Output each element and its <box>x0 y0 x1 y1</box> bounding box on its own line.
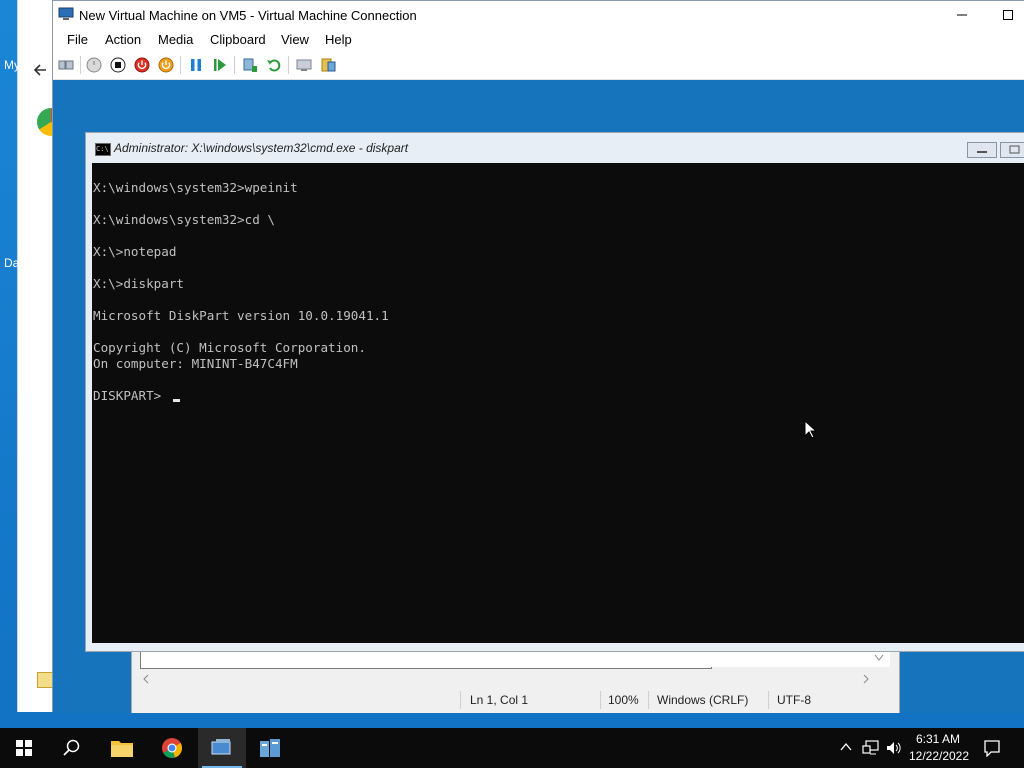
maximize-icon <box>1009 145 1020 154</box>
minimize-button[interactable] <box>951 5 973 25</box>
console-line: Microsoft DiskPart version 10.0.19041.1 <box>93 308 389 323</box>
maximize-icon <box>1003 10 1013 20</box>
horizontal-scrollbar[interactable] <box>140 671 870 687</box>
save-state-icon[interactable] <box>158 57 174 73</box>
console-line: X:\windows\system32>wpeinit <box>93 180 298 195</box>
notepad-text-area-right[interactable] <box>710 651 890 667</box>
checkpoint-icon[interactable] <box>242 57 258 73</box>
notepad-text-area[interactable] <box>140 651 712 669</box>
minimize-icon <box>977 151 987 153</box>
hyperv-manager-icon <box>260 739 280 757</box>
cmd-window: C:\ Administrator: X:\windows\system32\c… <box>85 132 1024 652</box>
cmd-titlebar[interactable]: C:\ Administrator: X:\windows\system32\c… <box>86 133 1024 161</box>
cmd-console[interactable]: X:\windows\system32>wpeinit X:\windows\s… <box>92 163 1024 643</box>
pause-icon[interactable] <box>188 57 204 73</box>
menu-view[interactable]: View <box>281 32 309 47</box>
back-arrow-icon[interactable] <box>32 62 48 78</box>
console-line: X:\>notepad <box>93 244 177 259</box>
chevron-down-icon[interactable] <box>874 654 884 662</box>
revert-icon[interactable] <box>266 57 282 73</box>
minimize-icon <box>957 14 967 16</box>
cmd-window-title: Administrator: X:\windows\system32\cmd.e… <box>114 141 409 155</box>
host-desktop-label-da: Da <box>4 256 20 270</box>
search-icon <box>63 739 80 756</box>
line-ending: Windows (CRLF) <box>657 693 749 707</box>
ctrl-alt-del-icon[interactable] <box>58 57 74 73</box>
cmd-minimize-button[interactable] <box>967 142 997 158</box>
cmd-app-icon: C:\ <box>95 143 111 156</box>
taskbar-hyperv-manager[interactable] <box>246 728 294 768</box>
taskbar-vm-connection[interactable] <box>198 728 246 768</box>
windows-logo-icon <box>16 740 32 756</box>
folder-zip-icon[interactable] <box>37 672 53 688</box>
share-icon[interactable] <box>320 57 336 73</box>
menu-clipboard[interactable]: Clipboard <box>210 32 266 47</box>
menu-file[interactable]: File <box>67 32 88 47</box>
console-line: Copyright (C) Microsoft Corporation. <box>93 340 366 355</box>
mouse-pointer-icon <box>804 420 816 439</box>
scroll-left-icon[interactable] <box>142 674 150 684</box>
text-cursor <box>173 399 180 402</box>
vm-display[interactable]: Ln 1, Col 1 100% Windows (CRLF) UTF-8 C:… <box>53 80 1024 713</box>
vm-window-title: New Virtual Machine on VM5 - Virtual Mac… <box>79 8 417 23</box>
chrome-icon <box>162 738 183 758</box>
menu-action[interactable]: Action <box>105 32 141 47</box>
cursor-position: Ln 1, Col 1 <box>470 693 529 707</box>
vm-connection-icon <box>211 739 231 755</box>
clock-date[interactable]: 12/22/2022 <box>906 749 972 763</box>
menu-bar: File Action Media Clipboard View Help <box>53 29 1024 51</box>
menu-media[interactable]: Media <box>158 32 193 47</box>
clock-time[interactable]: 6:31 AM <box>908 732 968 746</box>
notepad-status-bar: Ln 1, Col 1 100% Windows (CRLF) UTF-8 <box>132 689 899 711</box>
vm-titlebar[interactable]: New Virtual Machine on VM5 - Virtual Mac… <box>53 1 1024 29</box>
console-line: X:\>diskpart <box>93 276 184 291</box>
start-icon[interactable] <box>86 57 102 73</box>
scroll-right-icon[interactable] <box>862 674 870 684</box>
network-icon[interactable] <box>862 740 880 756</box>
menu-help[interactable]: Help <box>325 32 352 47</box>
vm-toolbar <box>53 51 1024 80</box>
console-line: X:\windows\system32>cd \ <box>93 212 275 227</box>
enhanced-session-icon[interactable] <box>296 57 312 73</box>
start-button[interactable] <box>0 728 48 768</box>
resume-icon[interactable] <box>212 57 228 73</box>
vm-connection-app-icon <box>58 7 74 20</box>
vm-connection-window: New Virtual Machine on VM5 - Virtual Mac… <box>52 0 1024 713</box>
encoding: UTF-8 <box>777 693 811 707</box>
host-background-window: My <box>4 0 65 712</box>
host-desktop-label-my: My <box>4 58 20 72</box>
notepad-window: Ln 1, Col 1 100% Windows (CRLF) UTF-8 <box>131 650 900 713</box>
taskbar-chrome[interactable] <box>148 728 196 768</box>
chevron-up-icon[interactable] <box>840 742 852 752</box>
console-line: On computer: MININT-B47C4FM <box>93 356 298 371</box>
volume-icon[interactable] <box>885 740 903 756</box>
taskbar-file-explorer[interactable] <box>98 728 146 768</box>
cmd-maximize-button[interactable] <box>1000 142 1024 158</box>
notification-icon[interactable] <box>983 739 1001 757</box>
folder-icon <box>111 741 133 757</box>
zoom-level: 100% <box>608 693 639 707</box>
console-prompt: DISKPART> <box>93 388 169 403</box>
taskbar: 6:31 AM 12/22/2022 <box>0 728 1024 768</box>
shut-down-icon[interactable] <box>134 57 150 73</box>
turn-off-icon[interactable] <box>110 57 126 73</box>
search-button[interactable] <box>48 728 96 768</box>
maximize-button[interactable] <box>997 5 1019 25</box>
